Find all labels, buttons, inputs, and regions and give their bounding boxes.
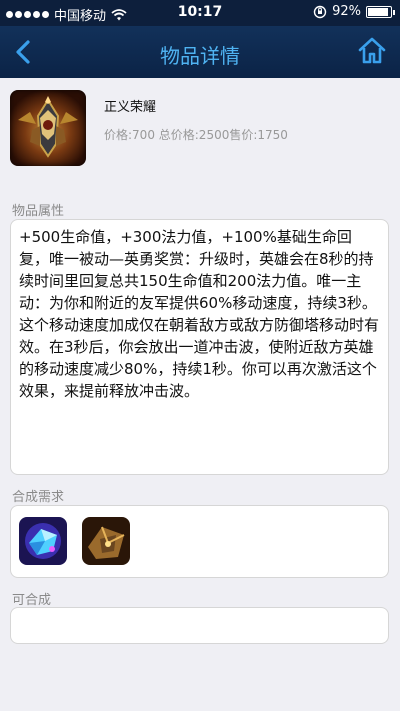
- builds-into-card: [10, 607, 389, 644]
- component-item-crystal[interactable]: [19, 517, 67, 565]
- battery-level-fill: [368, 7, 388, 16]
- item-description: +500生命值，+300法力值，+100%基础生命回复，唯一被动—英勇奖赏：升级…: [19, 228, 380, 400]
- rotation-lock-icon: [313, 5, 327, 18]
- status-right: 92%: [313, 4, 395, 19]
- requires-section-label: 合成需求: [12, 490, 65, 505]
- component-item-armor[interactable]: [82, 517, 130, 565]
- attributes-card: +500生命值，+300法力值，+100%基础生命回复，唯一被动—英勇奖赏：升级…: [10, 219, 389, 475]
- home-button[interactable]: [356, 35, 388, 67]
- attributes-section-label: 物品属性: [12, 204, 65, 219]
- builds-into-section-label: 可合成: [12, 593, 52, 608]
- requires-card: [10, 505, 389, 578]
- item-price-line: 价格:700 总价格:2500售价:1750: [104, 128, 288, 142]
- item-header: 正义荣耀 价格:700 总价格:2500售价:1750: [0, 78, 400, 178]
- item-icon: [10, 90, 86, 166]
- battery-percent: 92%: [332, 4, 361, 19]
- page-title: 物品详情: [160, 44, 240, 68]
- status-bar: 中国移动 10:17 92%: [0, 0, 400, 26]
- crystal-item-icon: [19, 517, 67, 565]
- home-icon: [358, 37, 386, 64]
- item-name: 正义荣耀: [104, 100, 157, 115]
- navigation-bar: 物品详情: [0, 26, 400, 78]
- battery-icon: [366, 5, 395, 18]
- armor-item-icon: [82, 517, 130, 565]
- righteous-glory-item-icon: [18, 96, 78, 158]
